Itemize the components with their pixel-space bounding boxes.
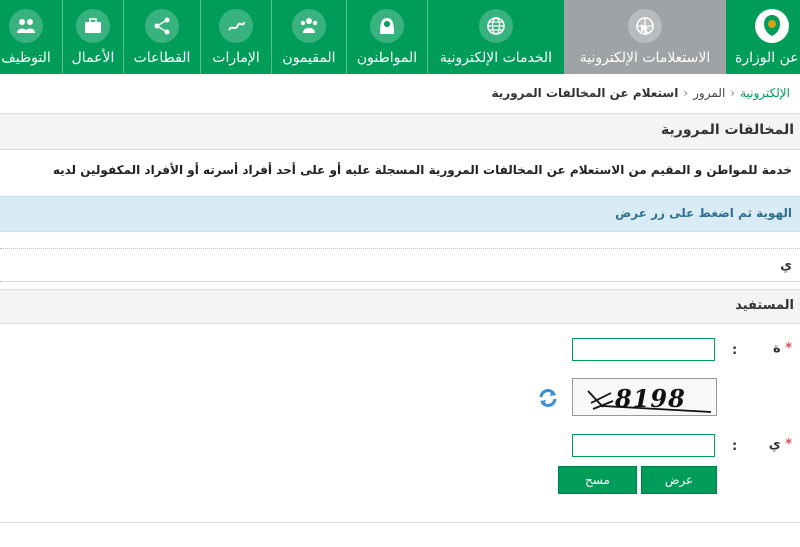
nav-item-einquiries[interactable]: الاستعلامات الإلكترونية: [564, 0, 726, 74]
nav-label-residents: المقيمون: [282, 50, 336, 66]
captcha-text: 8198: [615, 384, 686, 413]
nav-label-eservices: الخدمات الإلكترونية: [439, 50, 553, 66]
beneficiary-section-title: المستفيد: [735, 298, 794, 313]
divider: [0, 281, 800, 282]
field1-label-text: ة: [772, 341, 781, 356]
people-icon: [292, 9, 326, 43]
chevron-left-icon: ‹: [730, 86, 736, 100]
ministry-emblem-icon[interactable]: [755, 9, 789, 43]
clear-button[interactable]: مسح: [558, 466, 637, 494]
nav-item-emirates[interactable]: الإمارات: [201, 0, 271, 74]
show-button[interactable]: عرض: [641, 466, 717, 494]
refresh-captcha-icon[interactable]: [537, 387, 559, 409]
page-title: المخالفات المرورية: [661, 122, 794, 138]
divider: [0, 248, 800, 249]
field1-label: * ة: [773, 341, 792, 356]
field2-label-text: ي: [768, 437, 781, 452]
required-mark: *: [785, 437, 792, 452]
field1-colon: :: [732, 343, 738, 358]
share-nodes-icon: [145, 9, 179, 43]
people-group-icon: [9, 9, 43, 43]
nav-item-jobs[interactable]: التوظيف: [0, 0, 62, 74]
globe-icon: [479, 9, 513, 43]
citizen-headdress-icon: [370, 9, 404, 43]
breadcrumb-link-traffic[interactable]: المرور: [693, 86, 725, 100]
page-title-bar: المخالفات المرورية: [0, 113, 800, 150]
chevron-left-icon: ‹: [683, 86, 689, 100]
nav-item-residents[interactable]: المقيمون: [272, 0, 346, 74]
nav-item-citizens[interactable]: المواطنون: [347, 0, 427, 74]
captcha-image: 8198: [572, 378, 717, 416]
top-navigation: التوظيف الأعمال القطاعات الإمارات المقيم…: [0, 0, 800, 74]
nav-label-business: الأعمال: [71, 50, 115, 66]
nav-label-einquiries: الاستعلامات الإلكترونية: [579, 50, 711, 66]
service-description: خدمة للمواطن و المقيم من الاستعلام عن ال…: [52, 163, 792, 177]
nav-label-jobs: التوظيف: [1, 50, 51, 66]
inquiry-type-label: ي: [780, 258, 792, 273]
nav-item-sectors[interactable]: القطاعات: [124, 0, 200, 74]
nav-label-emirates: الإمارات: [212, 50, 260, 66]
nav-label-citizens: المواطنون: [356, 50, 418, 66]
field2-label: * ي: [769, 437, 792, 452]
info-alert-text: الهوية ثم اضغط على زر عرض: [615, 206, 792, 220]
nav-item-eservices[interactable]: الخدمات الإلكترونية: [428, 0, 564, 74]
beneficiary-section-header: المستفيد: [0, 289, 800, 324]
globe-cursor-icon: [628, 9, 662, 43]
footer-divider: [0, 522, 800, 523]
breadcrumb-current: استعلام عن المخالفات المرورية: [491, 86, 679, 100]
id-number-input[interactable]: [572, 338, 715, 361]
breadcrumb-link-eservices[interactable]: الإلكترونية: [740, 86, 790, 100]
field2-colon: :: [732, 439, 738, 454]
required-mark: *: [785, 341, 792, 356]
nav-label-sectors: القطاعات: [133, 50, 191, 66]
briefcase-icon: [76, 9, 110, 43]
breadcrumb: الإلكترونية ‹ المرور ‹ استعلام عن المخالفات …: [492, 86, 791, 100]
nav-item-business[interactable]: الأعمال: [63, 0, 123, 74]
calligraphy-emblem-icon: [219, 9, 253, 43]
nav-label-ministry: عن الوزارة: [735, 50, 799, 66]
captcha-input[interactable]: [572, 434, 715, 457]
info-alert: الهوية ثم اضغط على زر عرض: [0, 196, 800, 232]
